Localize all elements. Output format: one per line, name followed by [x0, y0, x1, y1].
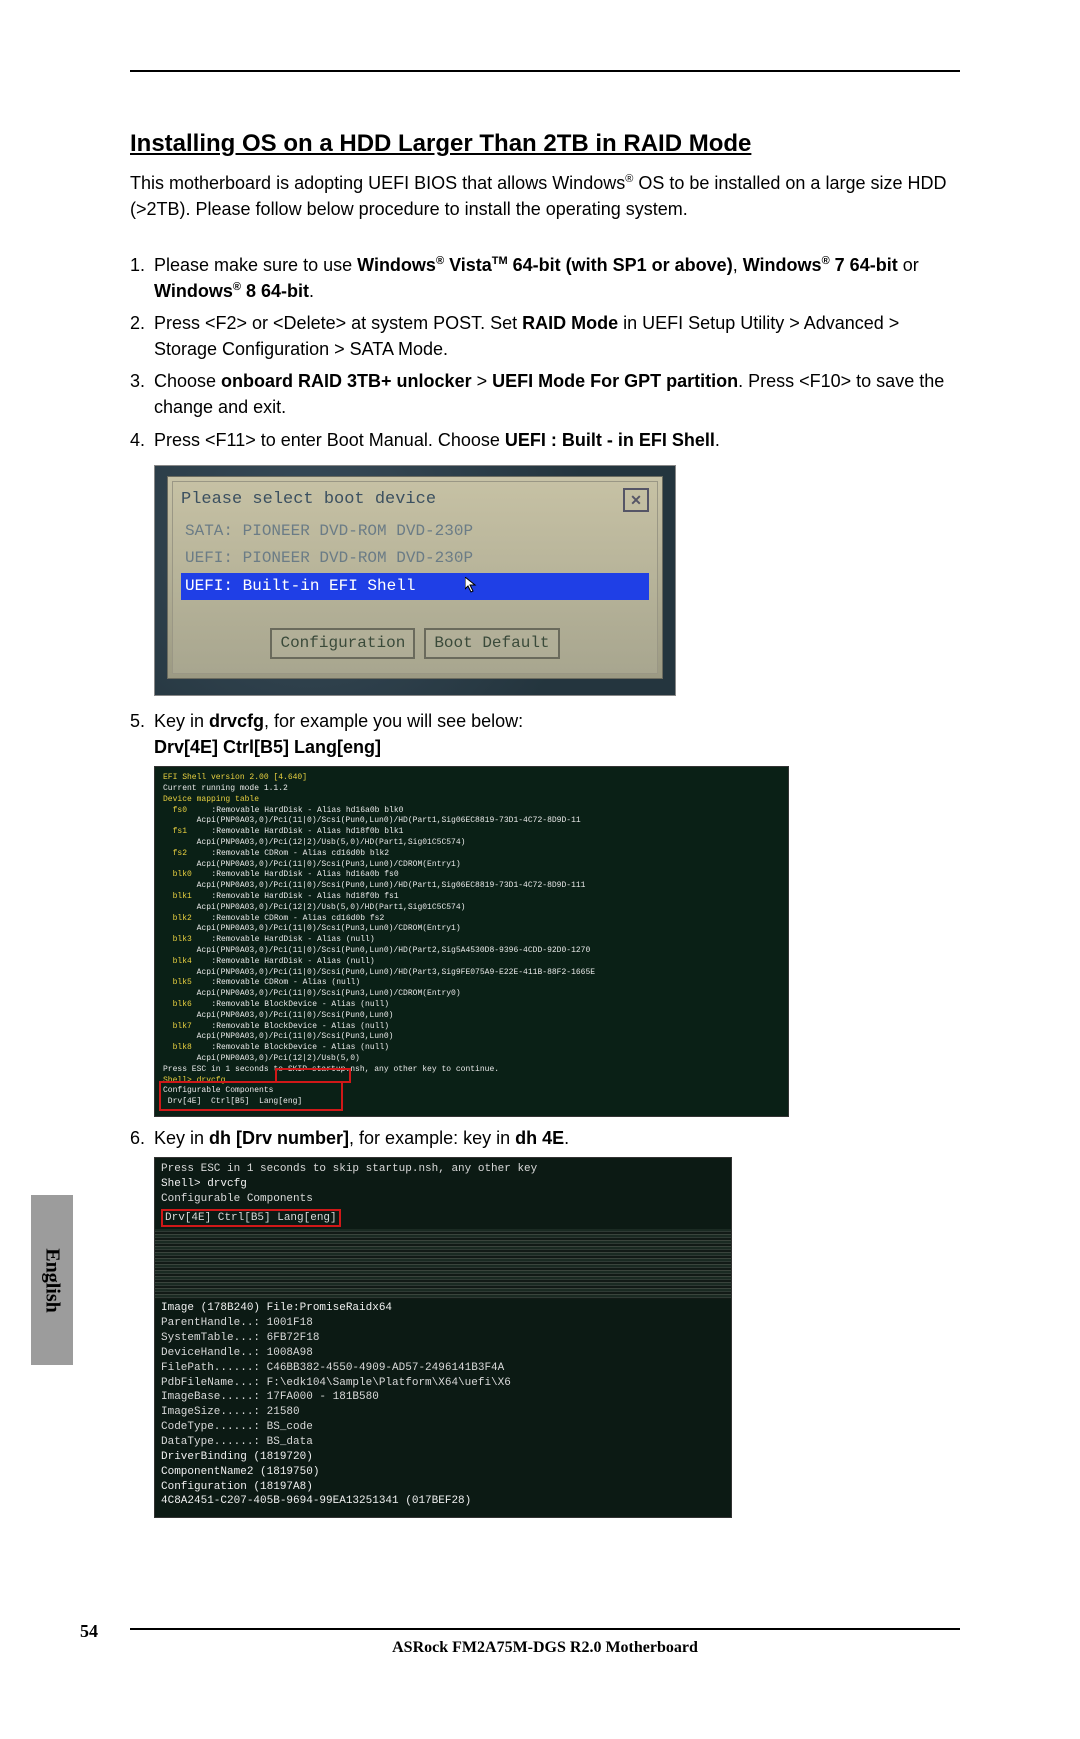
step-6: Key in dh [Drv number], for example: key…: [130, 1125, 960, 1151]
boot-option[interactable]: SATA: PIONEER DVD-ROM DVD-230P: [181, 518, 649, 545]
page-heading: Installing OS on a HDD Larger Than 2TB i…: [130, 127, 960, 162]
highlight-box: Drv[4E] Ctrl[B5] Lang[eng]: [161, 1209, 341, 1228]
language-tab: English: [31, 1195, 73, 1365]
screenshot-efi-shell: EFI Shell version 2.00 [4.640] Current r…: [154, 766, 789, 1117]
rule-top: [130, 70, 960, 72]
page-number: 54: [80, 1618, 98, 1644]
footer-text: ASRock FM2A75M-DGS R2.0 Motherboard: [130, 1636, 960, 1659]
step-1: Please make sure to use Windows® VistaTM…: [130, 252, 960, 304]
highlight-box: [159, 1081, 343, 1111]
configuration-button[interactable]: Configuration: [270, 628, 415, 659]
step-2: Press <F2> or <Delete> at system POST. S…: [130, 310, 960, 362]
step-3: Choose onboard RAID 3TB+ unlocker > UEFI…: [130, 368, 960, 420]
close-icon[interactable]: ✕: [623, 488, 649, 512]
noise-region: [155, 1229, 731, 1299]
boot-option[interactable]: UEFI: PIONEER DVD-ROM DVD-230P: [181, 545, 649, 572]
highlight-box: [275, 1068, 351, 1083]
boot-default-button[interactable]: Boot Default: [424, 628, 559, 659]
boot-option-selected[interactable]: UEFI: Built-in EFI Shell: [181, 573, 649, 600]
step-4: Press <F11> to enter Boot Manual. Choose…: [130, 427, 960, 453]
dialog-title: Please select boot device: [181, 488, 615, 513]
rule-bottom: [130, 1628, 960, 1630]
screenshot-dh-output: Press ESC in 1 seconds to skip startup.n…: [154, 1157, 732, 1518]
step-5: Key in drvcfg, for example you will see …: [130, 708, 960, 760]
intro-paragraph: This motherboard is adopting UEFI BIOS t…: [130, 170, 960, 222]
screenshot-boot-device: Please select boot device ✕ SATA: PIONEE…: [154, 465, 676, 696]
cursor-icon: [465, 577, 477, 593]
